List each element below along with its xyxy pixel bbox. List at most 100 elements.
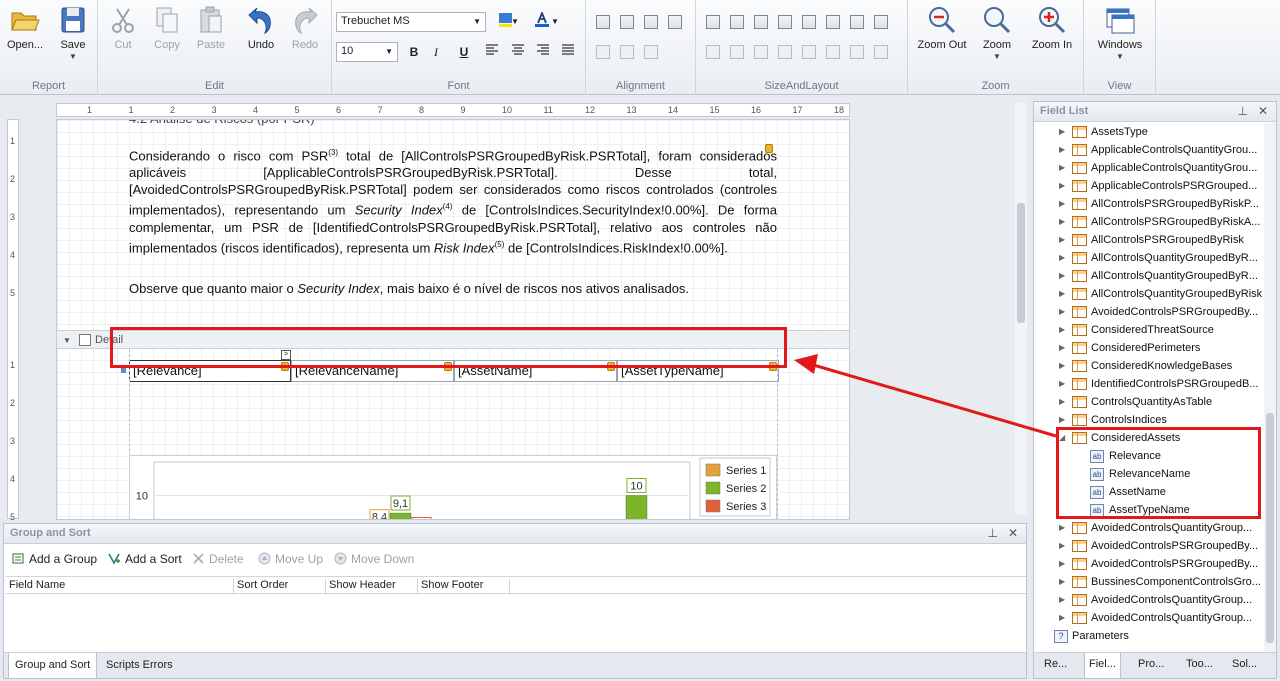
section-heading-fragment[interactable]: 4.2 Análise de Riscos (por PSR) (129, 120, 777, 127)
field-list-table[interactable]: ▶ ApplicableControlsQuantityGrou... (1034, 142, 1264, 160)
field-relevance[interactable]: [Relevance] (129, 360, 291, 382)
vertical-spacing-decrease-icon[interactable] (874, 15, 888, 29)
field-list-field[interactable]: ab AssetName (1034, 484, 1264, 502)
field-list-table[interactable]: ▶ AvoidedControlsQuantityGroup... (1034, 520, 1264, 538)
vertical-spacing-equal-icon[interactable] (826, 15, 840, 29)
collapsed-triangle-icon[interactable]: ▶ (1059, 559, 1065, 568)
align-tops-icon[interactable] (596, 45, 610, 59)
cut-button[interactable]: Cut (100, 4, 146, 51)
horizontal-spacing-increase-icon[interactable] (778, 15, 792, 29)
delete-button[interactable]: Delete (192, 552, 244, 566)
align-left-button[interactable] (482, 42, 502, 62)
field-list-field[interactable]: ab AssetTypeName (1034, 502, 1264, 520)
close-icon[interactable]: ✕ (1258, 104, 1268, 118)
align-lefts-icon[interactable] (620, 15, 634, 29)
designer-vertical-scrollbar[interactable] (1015, 103, 1027, 515)
open-button[interactable]: Open... (2, 4, 48, 51)
zoom-button[interactable]: Zoom ▼ (974, 4, 1020, 61)
bring-to-front-icon[interactable] (826, 45, 840, 59)
report-page[interactable]: 4.2 Análise de Riscos (por PSR) Consider… (56, 119, 850, 520)
field-list-table[interactable]: ▶ AvoidedControlsPSRGroupedBy... (1034, 304, 1264, 322)
vertical-spacing-increase-icon[interactable] (850, 15, 864, 29)
collapsed-triangle-icon[interactable]: ▶ (1059, 127, 1065, 136)
column-show-header[interactable]: Show Header (326, 579, 418, 595)
field-list-table[interactable]: ▶ AvoidedControlsPSRGroupedBy... (1034, 556, 1264, 574)
font-color-dropdown[interactable]: ▼ (550, 12, 560, 32)
center-vertically-icon[interactable] (802, 45, 816, 59)
field-list-table[interactable]: ▶ BussinesComponentControlsGro... (1034, 574, 1264, 592)
field-asset-type-name[interactable]: [AssetTypeName] (617, 360, 779, 382)
collapsed-triangle-icon[interactable]: ▶ (1059, 307, 1065, 316)
add-group-button[interactable]: Add a Group (12, 552, 97, 566)
collapsed-triangle-icon[interactable]: ▶ (1059, 289, 1065, 298)
zoom-dropdown-icon[interactable]: ▼ (974, 52, 1020, 61)
field-list-table[interactable]: ▶ AllControlsQuantityGroupedByRisk (1034, 286, 1264, 304)
close-icon[interactable]: ✕ (1008, 526, 1018, 540)
add-sort-button[interactable]: Add a Sort (108, 552, 182, 566)
collapsed-triangle-icon[interactable]: ▶ (1059, 271, 1065, 280)
field-list-table[interactable]: ▶ AllControlsQuantityGroupedByR... (1034, 250, 1264, 268)
collapsed-triangle-icon[interactable]: ▶ (1059, 217, 1065, 226)
column-show-footer[interactable]: Show Footer (418, 579, 510, 595)
tab-solution[interactable]: Sol... (1232, 658, 1257, 670)
tab-report-explorer[interactable]: Re... (1044, 658, 1067, 670)
zoom-out-button[interactable]: Zoom Out (914, 4, 970, 51)
save-button[interactable]: Save ▼ (50, 4, 96, 61)
field-list-table[interactable]: ▶ AllControlsPSRGroupedByRiskA... (1034, 214, 1264, 232)
field-list-table[interactable]: ▶ ControlsIndices (1034, 412, 1264, 430)
size-to-grid-icon[interactable] (730, 15, 744, 29)
windows-button[interactable]: Windows ▼ (1094, 4, 1146, 61)
pin-icon[interactable]: ⊥ (987, 526, 997, 540)
field-relevance-name[interactable]: [RelevanceName] (291, 360, 454, 382)
collapsed-triangle-icon[interactable]: ▶ (1059, 145, 1065, 154)
copy-button[interactable]: Copy (144, 4, 190, 51)
move-down-button[interactable]: Move Down (334, 552, 414, 566)
field-list-table[interactable]: ▶ AvoidedControlsQuantityGroup... (1034, 610, 1264, 628)
column-sort-order[interactable]: Sort Order (234, 579, 326, 595)
font-size-combo[interactable]: 10 ▼ (336, 42, 398, 62)
collapsed-triangle-icon[interactable]: ▶ (1059, 163, 1065, 172)
tab-toolbox[interactable]: Too... (1186, 658, 1213, 670)
align-middles-icon[interactable] (620, 45, 634, 59)
report-designer-surface[interactable]: 112345678910111213141516171819 123451234… (0, 95, 1030, 520)
field-list-field[interactable]: ab RelevanceName (1034, 466, 1264, 484)
collapsed-triangle-icon[interactable]: ▶ (1059, 595, 1065, 604)
send-to-back-icon[interactable] (850, 45, 864, 59)
zoom-in-button[interactable]: Zoom In (1024, 4, 1080, 51)
tab-properties[interactable]: Pro... (1138, 658, 1164, 670)
field-list-table[interactable]: ▶ ConsideredKnowledgeBases (1034, 358, 1264, 376)
collapsed-triangle-icon[interactable]: ▶ (1059, 523, 1065, 532)
field-list-table[interactable]: ▶ AvoidedControlsPSRGroupedBy... (1034, 538, 1264, 556)
tab-group-and-sort[interactable]: Group and Sort (8, 653, 98, 679)
make-same-size-icon[interactable] (730, 45, 744, 59)
undo-button[interactable]: Undo (238, 4, 284, 51)
font-name-combo[interactable]: Trebuchet MS ▼ (336, 12, 486, 32)
horizontal-spacing-decrease-icon[interactable] (802, 15, 816, 29)
field-list-table[interactable]: ▶ ApplicableControlsQuantityGrou... (1034, 160, 1264, 178)
detail-band-header[interactable]: ▼ Detail (57, 330, 849, 349)
collapsed-triangle-icon[interactable]: ▶ (1059, 325, 1065, 334)
paragraph-smart-tag-icon[interactable] (765, 144, 773, 153)
collapsed-triangle-icon[interactable]: ▶ (1059, 199, 1065, 208)
align-bottoms-icon[interactable] (644, 45, 658, 59)
scrollbar-thumb[interactable] (1266, 413, 1274, 643)
column-field-name[interactable]: Field Name (6, 579, 234, 595)
pin-icon[interactable]: ⊥ (1237, 104, 1247, 118)
collapsed-triangle-icon[interactable]: ▶ (1059, 253, 1065, 262)
collapsed-triangle-icon[interactable]: ▶ (1059, 181, 1065, 190)
field-list-table[interactable]: ▶ AllControlsPSRGroupedByRiskP... (1034, 196, 1264, 214)
report-paragraph-security-index[interactable]: Observe que quanto maior o Security Inde… (129, 280, 777, 297)
justify-button[interactable] (558, 42, 578, 62)
align-right-button[interactable] (533, 42, 553, 62)
field-list-table[interactable]: ▶ ConsideredPerimeters (1034, 340, 1264, 358)
italic-button[interactable]: I (426, 42, 446, 62)
highlight-color-dropdown[interactable]: ▼ (510, 12, 520, 32)
field-list-table[interactable]: ▶ IdentifiedControlsPSRGroupedB... (1034, 376, 1264, 394)
collapse-band-icon[interactable]: ▼ (63, 336, 71, 345)
font-color-button[interactable] (532, 10, 552, 32)
collapsed-triangle-icon[interactable]: ▶ (1059, 613, 1065, 622)
tab-scripts-errors[interactable]: Scripts Errors (106, 659, 173, 671)
report-paragraph-risk-analysis[interactable]: Considerando o risco com PSR(3) total de… (129, 144, 777, 256)
field-list-table[interactable]: ▶ ControlsQuantityAsTable (1034, 394, 1264, 412)
align-center-button[interactable] (508, 42, 528, 62)
